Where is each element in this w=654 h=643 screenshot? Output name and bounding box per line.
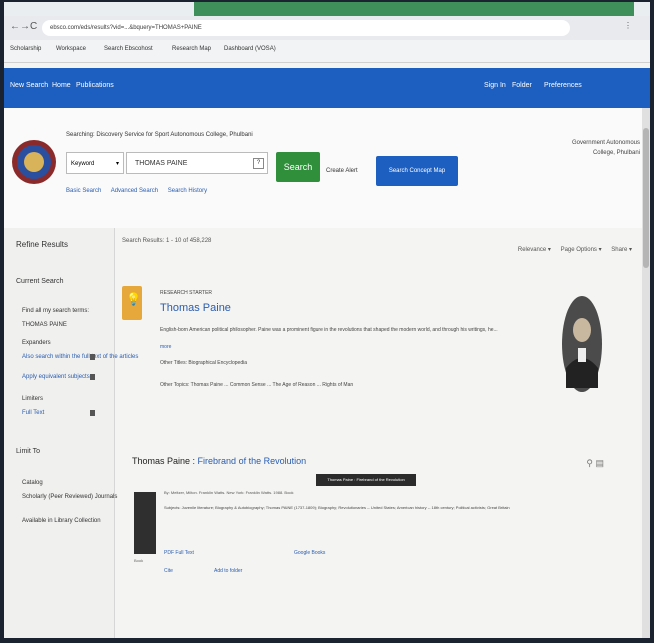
- expanders-label: Expanders: [22, 340, 51, 346]
- top-band-accent: [194, 2, 634, 16]
- title-tooltip: Thomas Paine : Firebrand of the Revoluti…: [316, 474, 416, 486]
- limiters-label: Limiters: [22, 396, 44, 402]
- bookmark-item[interactable]: Dashboard (VOSA): [224, 46, 276, 52]
- sort-relevance-dropdown[interactable]: Relevance ▾: [518, 247, 551, 253]
- college-logo: [10, 120, 58, 204]
- find-all-terms-label: Find all my search terms:: [22, 308, 90, 314]
- google-books-link[interactable]: Google Books: [294, 550, 325, 556]
- nav-home[interactable]: Home: [52, 82, 71, 89]
- research-starter-label: RESEARCH STARTER: [160, 290, 213, 296]
- back-button[interactable]: ←: [10, 21, 20, 32]
- browser-menu-icon[interactable]: ⋮: [624, 21, 632, 30]
- nav-preferences[interactable]: Preferences: [544, 82, 582, 89]
- bookmark-item[interactable]: Search Ebscohost: [104, 46, 153, 52]
- add-to-folder-link[interactable]: Add to folder: [214, 568, 242, 574]
- book-type-label: Book: [134, 558, 144, 563]
- search-sublinks: Basic Search Advanced Search Search Hist…: [66, 188, 215, 194]
- chevron-down-icon: ▾: [115, 161, 119, 167]
- refine-results-sidebar: Refine Results Current Search Find all m…: [4, 228, 138, 638]
- research-starter-card: 💡 RESEARCH STARTER Thomas Paine English-…: [122, 286, 608, 422]
- bookmark-item[interactable]: Research Map: [172, 46, 211, 52]
- site-navigation: New Search Home Publications Sign In Fol…: [4, 68, 650, 108]
- result-title-rest[interactable]: Firebrand of the Revolution: [198, 456, 307, 466]
- find-all-terms-value: THOMAS PAINE: [22, 322, 67, 328]
- current-search-heading[interactable]: Current Search: [16, 278, 63, 285]
- limit-to-heading[interactable]: Limit To: [16, 448, 40, 455]
- create-alert-link[interactable]: Create Alert: [326, 168, 358, 174]
- nav-sign-in[interactable]: Sign In: [484, 82, 506, 89]
- bookmark-item[interactable]: Workspace: [56, 46, 86, 52]
- book-cover-image[interactable]: [134, 492, 156, 554]
- expander-full-text[interactable]: Also search within the full text of the …: [22, 354, 138, 360]
- result-action-icons[interactable]: ⚲ ▤: [586, 458, 604, 469]
- cite-link[interactable]: Cite: [164, 568, 173, 574]
- url-field[interactable]: ebsco.com/eds/results?vid=...&bquery=THO…: [42, 20, 570, 36]
- bookmarks-bar: Scholarship Workspace Search Ebscohost R…: [4, 40, 650, 63]
- remove-expander-icon[interactable]: [90, 374, 95, 380]
- research-starter-description: English-born American political philosop…: [160, 327, 498, 333]
- search-input[interactable]: THOMAS PAINE ?: [126, 152, 268, 174]
- limiter-full-text[interactable]: Full Text: [22, 410, 44, 416]
- result-byline: By: Meltzer, Milton. Franklin Watts. New…: [164, 490, 294, 495]
- bookmark-item[interactable]: Scholarship: [10, 46, 41, 52]
- search-history-link[interactable]: Search History: [168, 188, 207, 194]
- result-title[interactable]: Thomas Paine : Firebrand of the Revoluti…: [132, 456, 306, 466]
- institution-label: Searching: Discovery Service for Sport A…: [66, 132, 253, 138]
- search-header: Searching: Discovery Service for Sport A…: [4, 108, 650, 228]
- limit-catalog-checkbox[interactable]: Catalog: [22, 480, 43, 486]
- page-options-dropdown[interactable]: Page Options ▾: [561, 247, 602, 253]
- results-count: Search Results: 1 - 10 of 458,228: [122, 238, 212, 244]
- top-band: [4, 2, 650, 16]
- expander-equivalent-subjects[interactable]: Apply equivalent subjects: [22, 374, 90, 380]
- nav-folder[interactable]: Folder: [512, 82, 532, 89]
- scrollbar-thumb[interactable]: [643, 128, 649, 268]
- search-input-value: THOMAS PAINE: [135, 160, 188, 167]
- limit-available-checkbox[interactable]: Available in Library Collection: [22, 518, 101, 524]
- right-institution-line2: College, Phulbani: [592, 150, 640, 156]
- research-starter-title[interactable]: Thomas Paine: [160, 302, 231, 314]
- basic-search-link[interactable]: Basic Search: [66, 188, 101, 194]
- other-titles[interactable]: Other Titles: Biographical Encyclopedia: [160, 360, 247, 366]
- search-concept-map-button[interactable]: Search Concept Map: [376, 156, 458, 186]
- refine-results-heading[interactable]: Refine Results: [16, 240, 68, 249]
- results-options: Relevance ▾ Page Options ▾ Share ▾: [510, 246, 632, 253]
- lightbulb-icon: 💡: [122, 286, 142, 320]
- clear-input-icon[interactable]: ?: [253, 158, 264, 169]
- nav-publications[interactable]: Publications: [76, 82, 114, 89]
- reload-button[interactable]: C: [30, 21, 37, 32]
- vertical-scrollbar[interactable]: [642, 108, 650, 638]
- portrait-image: [562, 296, 602, 392]
- remove-expander-icon[interactable]: [90, 354, 95, 360]
- result-subjects: Subjects: Juvenile literature; Biography…: [164, 505, 510, 510]
- forward-button[interactable]: →: [20, 21, 30, 32]
- right-institution: Government Autonomous College, Phulbani: [572, 138, 640, 158]
- search-button[interactable]: Search: [276, 152, 320, 182]
- other-topics[interactable]: Other Topics: Thomas Paine ... Common Se…: [160, 382, 353, 388]
- pdf-full-text-link[interactable]: PDF Full Text: [164, 550, 194, 556]
- right-institution-line1: Government Autonomous: [571, 140, 640, 146]
- screen: ← → C ebsco.com/eds/results?vid=...&bque…: [4, 2, 650, 638]
- limit-peer-reviewed-checkbox[interactable]: Scholarly (Peer Reviewed) Journals: [22, 494, 117, 500]
- search-type-value: Keyword: [71, 161, 95, 167]
- share-dropdown[interactable]: Share ▾: [611, 247, 632, 253]
- remove-limiter-icon[interactable]: [90, 410, 95, 416]
- advanced-search-link[interactable]: Advanced Search: [111, 188, 158, 194]
- more-link[interactable]: more: [160, 344, 171, 350]
- search-type-select[interactable]: Keyword ▾: [66, 152, 124, 174]
- browser-address-bar: ← → C ebsco.com/eds/results?vid=...&bque…: [4, 16, 650, 40]
- nav-new-search[interactable]: New Search: [10, 82, 48, 89]
- result-title-main[interactable]: Thomas Paine :: [132, 456, 195, 466]
